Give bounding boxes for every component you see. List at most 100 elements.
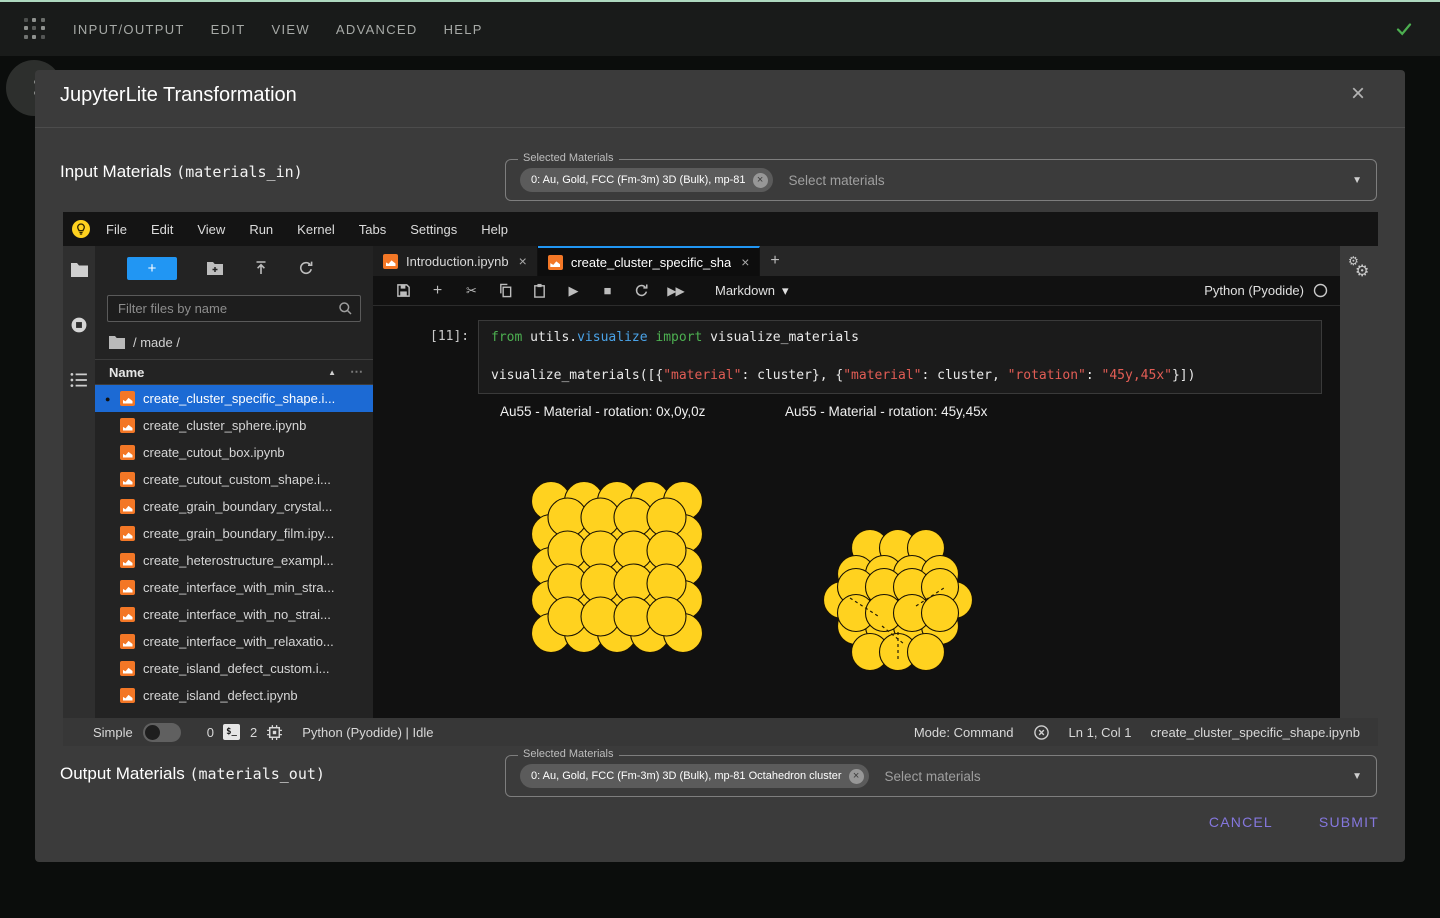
jupyter-activity-bar — [63, 246, 95, 718]
cursor-position[interactable]: Ln 1, Col 1 — [1069, 725, 1132, 740]
notebook-file-icon — [120, 526, 135, 541]
jupyter-menu-kernel[interactable]: Kernel — [297, 222, 335, 237]
save-icon[interactable] — [395, 283, 412, 298]
notebook-file-icon — [120, 661, 135, 676]
notebook-file-icon — [120, 634, 135, 649]
simple-mode-toggle[interactable] — [143, 723, 181, 742]
notebook-file-icon — [120, 499, 135, 514]
file-item[interactable]: create_interface_with_no_strai... — [95, 601, 373, 628]
output-material-chip[interactable]: 0: Au, Gold, FCC (Fm-3m) 3D (Bulk), mp-8… — [520, 764, 869, 788]
menu-edit[interactable]: EDIT — [211, 22, 246, 37]
chevron-down-icon[interactable]: ▼ — [1352, 175, 1362, 186]
input-materials-label: Input Materials (materials_in) — [60, 162, 303, 182]
tab-close-icon[interactable]: × — [519, 253, 527, 269]
file-item[interactable]: ● create_cluster_specific_shape.i... — [95, 385, 373, 412]
code-token: : cluster}, { — [741, 368, 843, 383]
cell-type-dropdown[interactable]: Markdown ▾ — [715, 283, 789, 299]
tab-close-icon[interactable]: × — [741, 254, 749, 270]
kernel-selector[interactable]: Python (Pyodide) — [1204, 283, 1328, 298]
tab-label: create_cluster_specific_sha — [571, 255, 731, 270]
breadcrumb[interactable]: / made / — [95, 331, 373, 353]
new-folder-icon[interactable] — [206, 261, 224, 276]
close-icon[interactable]: × — [1351, 82, 1365, 106]
notebook-file-icon — [120, 472, 135, 487]
code-token: visualize_materials([{ — [491, 368, 663, 383]
notebook-content[interactable]: [11]: from utils.visualize import visual… — [373, 306, 1340, 718]
file-item[interactable]: create_cutout_box.ipynb — [95, 439, 373, 466]
submit-button[interactable]: SUBMIT — [1319, 814, 1379, 830]
file-item[interactable]: create_cutout_custom_shape.i... — [95, 466, 373, 493]
file-item[interactable]: create_interface_with_min_stra... — [95, 574, 373, 601]
run-icon[interactable]: ▶ — [565, 283, 582, 299]
table-of-contents-icon[interactable] — [70, 372, 88, 388]
stop-icon[interactable]: ■ — [599, 283, 616, 298]
mode-indicator[interactable]: Mode: Command — [914, 725, 1014, 740]
tab-active[interactable]: create_cluster_specific_sha × — [538, 246, 761, 276]
cancel-button[interactable]: CANCEL — [1209, 814, 1273, 830]
running-kernels-icon[interactable] — [70, 316, 88, 334]
running-dot-icon: ● — [105, 394, 110, 404]
file-filter-input[interactable] — [107, 295, 361, 322]
kernel-count[interactable]: 2 — [250, 725, 257, 740]
run-all-icon[interactable]: ▶▶ — [667, 284, 684, 298]
file-name: create_cluster_specific_shape.i... — [143, 391, 335, 406]
file-name: create_cutout_custom_shape.i... — [143, 472, 331, 487]
code-cell[interactable]: from utils.visualize import visualize_ma… — [478, 320, 1322, 394]
copy-icon[interactable] — [497, 283, 514, 298]
jupyter-menu-run[interactable]: Run — [249, 222, 273, 237]
chip-remove-icon[interactable]: × — [753, 173, 768, 188]
jupyter-menu-help[interactable]: Help — [481, 222, 508, 237]
file-item[interactable]: create_interface_with_relaxatio... — [95, 628, 373, 655]
code-token: : — [1086, 368, 1102, 383]
restart-kernel-icon[interactable] — [633, 283, 650, 298]
refresh-icon[interactable] — [298, 260, 314, 276]
file-item[interactable]: create_grain_boundary_crystal... — [95, 493, 373, 520]
more-icon[interactable]: ⋯ — [350, 364, 363, 380]
terminal-count[interactable]: 0 — [207, 725, 214, 740]
file-browser-toolbar: + — [95, 246, 373, 290]
output-materials-text: Output Materials — [60, 764, 189, 783]
file-item[interactable]: create_grain_boundary_film.ipy... — [95, 520, 373, 547]
code-token: utils. — [522, 330, 577, 345]
file-item[interactable]: create_cluster_sphere.ipynb — [95, 412, 373, 439]
kernel-status-text[interactable]: Python (Pyodide) | Idle — [302, 725, 433, 740]
file-list-header[interactable]: Name ▲ ⋯ — [95, 359, 373, 385]
file-item[interactable]: create_heterostructure_exampl... — [95, 547, 373, 574]
input-materials-select[interactable]: Selected Materials 0: Au, Gold, FCC (Fm-… — [505, 159, 1377, 201]
menu-input-output[interactable]: INPUT/OUTPUT — [73, 22, 185, 37]
folder-icon — [109, 336, 125, 349]
menu-help[interactable]: HELP — [444, 22, 483, 37]
app-logo-icon[interactable] — [24, 18, 46, 40]
file-filter — [107, 295, 361, 322]
add-tab-icon[interactable]: + — [770, 252, 779, 270]
menu-advanced[interactable]: ADVANCED — [336, 22, 418, 37]
paste-icon[interactable] — [531, 283, 548, 298]
jupyter-menu-tabs[interactable]: Tabs — [359, 222, 386, 237]
output-materials-select[interactable]: Selected Materials 0: Au, Gold, FCC (Fm-… — [505, 755, 1377, 797]
new-launcher-button[interactable]: + — [127, 257, 177, 280]
file-item[interactable]: create_island_defect_custom.i... — [95, 655, 373, 682]
insert-cell-icon[interactable]: + — [429, 282, 446, 300]
file-item[interactable]: create_island_defect.ipynb — [95, 682, 373, 709]
app-menu-list: INPUT/OUTPUT EDIT VIEW ADVANCED HELP — [73, 22, 509, 37]
upload-icon[interactable] — [253, 260, 269, 276]
gear-large-icon: ⚙ — [1355, 261, 1369, 280]
menu-view[interactable]: VIEW — [271, 22, 309, 37]
jupyter-menu-edit[interactable]: Edit — [151, 222, 173, 237]
code-token: from — [491, 330, 522, 345]
tab-inactive[interactable]: Introduction.ipynb× — [373, 246, 538, 276]
sort-asc-icon[interactable]: ▲ — [328, 368, 336, 377]
output-materials-label: Output Materials (materials_out) — [60, 764, 325, 784]
notebook-file-icon — [120, 445, 135, 460]
input-material-chip[interactable]: 0: Au, Gold, FCC (Fm-3m) 3D (Bulk), mp-8… — [520, 168, 773, 192]
file-browser-icon[interactable] — [70, 262, 89, 278]
dialog-right-gutter: ⚙ ⚙ — [1340, 246, 1378, 718]
cut-icon[interactable]: ✂ — [463, 283, 480, 299]
jupyter-menu-file[interactable]: File — [106, 222, 127, 237]
jupyter-menu-settings[interactable]: Settings — [410, 222, 457, 237]
jupyter-menu-view[interactable]: View — [197, 222, 225, 237]
file-name: create_cluster_sphere.ipynb — [143, 418, 306, 433]
file-name: create_island_defect_custom.i... — [143, 661, 329, 676]
chevron-down-icon[interactable]: ▼ — [1352, 771, 1362, 782]
chip-remove-icon[interactable]: × — [849, 769, 864, 784]
